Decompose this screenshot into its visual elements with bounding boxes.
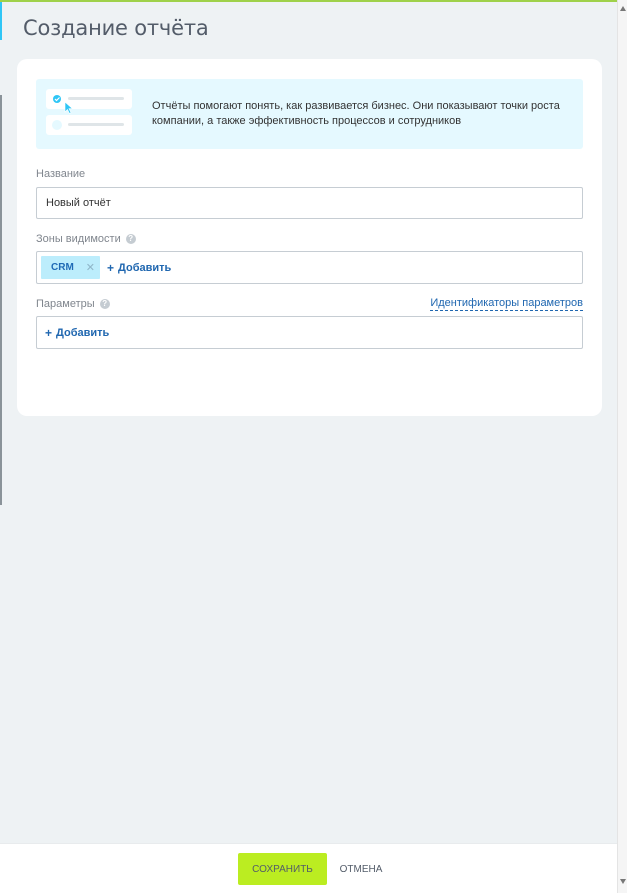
top-accent-strip — [0, 0, 617, 2]
question-circle-icon[interactable]: ? — [125, 234, 136, 244]
visibility-add-label: Добавить — [118, 261, 172, 274]
save-button[interactable]: Сохранить — [238, 853, 327, 885]
name-input[interactable]: Новый отчёт — [36, 187, 583, 219]
params-field[interactable]: + Добавить — [36, 316, 583, 349]
param-identifiers-link[interactable]: Идентификаторы параметров — [430, 297, 583, 311]
footer-bar: Сохранить ОТМЕНА — [0, 843, 617, 893]
tag-label: CRM — [51, 262, 74, 273]
report-illustration-icon — [46, 89, 132, 135]
left-accent-bar — [0, 2, 2, 40]
name-label-text: Название — [36, 168, 86, 180]
scroll-up-icon[interactable] — [620, 6, 626, 11]
params-add-button[interactable]: + Добавить — [45, 326, 109, 340]
cancel-button[interactable]: ОТМЕНА — [335, 853, 387, 885]
plus-icon: + — [45, 325, 53, 340]
vertical-scrollbar[interactable] — [617, 0, 627, 893]
plus-icon: + — [107, 260, 115, 275]
visibility-add-button[interactable]: + Добавить — [107, 261, 171, 275]
visibility-tag: CRM ✕ — [41, 256, 100, 279]
params-add-label: Добавить — [56, 326, 110, 339]
banner-text: Отчёты помогают понять, как развивается … — [152, 100, 560, 127]
report-form-card: Отчёты помогают понять, как развивается … — [17, 59, 602, 416]
visibility-label: Зоны видимости ? — [36, 233, 136, 245]
params-label: Параметры ? — [36, 298, 110, 310]
visibility-label-text: Зоны видимости — [36, 233, 121, 245]
params-label-text: Параметры — [36, 298, 95, 310]
close-icon[interactable]: ✕ — [86, 261, 95, 274]
scroll-down-icon[interactable] — [620, 879, 626, 884]
question-circle-icon[interactable]: ? — [99, 299, 110, 309]
name-label: Название — [36, 168, 85, 180]
left-edge-line — [0, 95, 2, 505]
info-banner: Отчёты помогают понять, как развивается … — [36, 79, 583, 149]
visibility-tags-field[interactable]: CRM ✕ + Добавить — [36, 251, 583, 284]
page-title: Создание отчёта — [23, 16, 209, 40]
